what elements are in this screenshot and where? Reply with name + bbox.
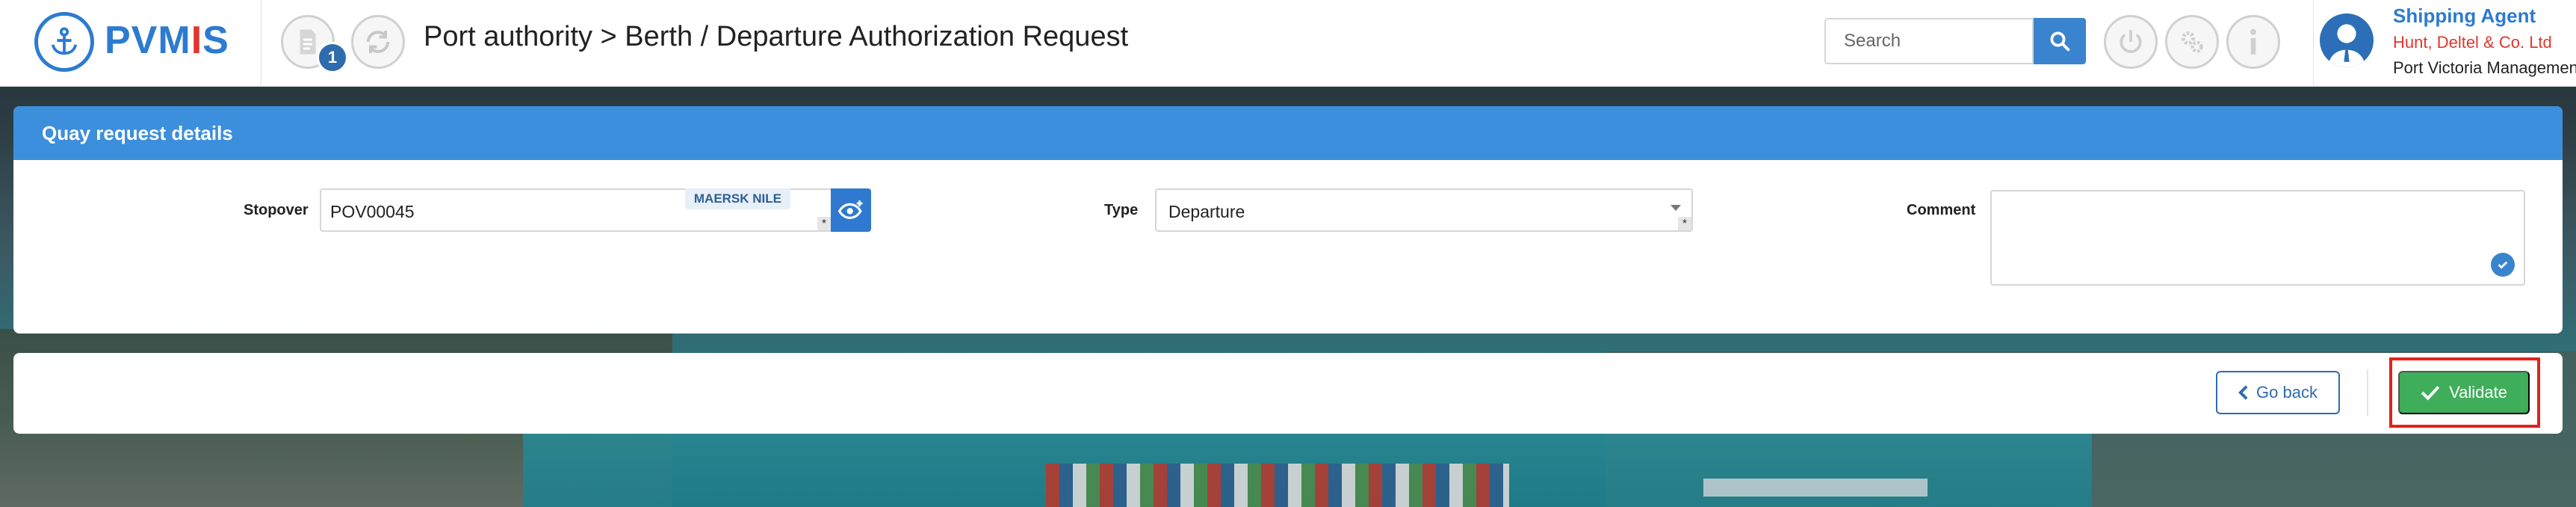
page-title: Port authority > Berth / Departure Autho… xyxy=(424,21,1129,52)
check-icon xyxy=(2421,386,2440,401)
required-marker: * xyxy=(1678,217,1691,230)
view-stopover-button[interactable] xyxy=(831,188,871,232)
quay-request-panel: Quay request details Stopover POV00045 M… xyxy=(13,106,2563,334)
go-back-button[interactable]: Go back xyxy=(2216,371,2340,414)
stopover-label: Stopover xyxy=(244,202,309,218)
action-bar: Go back Validate xyxy=(13,353,2563,434)
check-icon[interactable] xyxy=(2491,253,2515,277)
power-icon[interactable] xyxy=(2104,15,2158,69)
info-icon[interactable] xyxy=(2226,15,2280,69)
vessel-tag: MAERSK NILE xyxy=(684,188,790,209)
comment-textarea[interactable] xyxy=(1990,190,2525,286)
search-icon xyxy=(2050,31,2070,52)
user-profile[interactable]: Shipping Agent Hunt, Deltel & Co. Ltd Po… xyxy=(2313,0,2576,87)
background-tug-ship xyxy=(1703,479,1928,497)
logo[interactable]: PVMIS xyxy=(0,0,261,87)
chevron-down-icon xyxy=(1671,205,1681,211)
divider xyxy=(2367,369,2368,416)
search-input[interactable] xyxy=(1824,18,2034,64)
go-back-label: Go back xyxy=(2256,383,2318,402)
user-organization: Port Victoria Management xyxy=(2393,58,2576,77)
stopover-value: POV00045 xyxy=(330,202,415,221)
validate-label: Validate xyxy=(2449,383,2507,402)
type-value: Departure xyxy=(1168,202,1245,221)
required-marker: * xyxy=(817,217,831,230)
search-button[interactable] xyxy=(2034,18,2086,64)
type-select[interactable]: Departure * xyxy=(1155,188,1693,232)
logo-text: PVMIS xyxy=(105,19,229,62)
user-company: Hunt, Deltel & Co. Ltd xyxy=(2393,33,2552,52)
anchor-logo-icon xyxy=(34,12,94,72)
notification-count-badge[interactable]: 1 xyxy=(317,42,348,73)
eye-plus-icon xyxy=(837,200,863,219)
top-header: PVMIS 1 Port authority > Berth / Departu… xyxy=(0,0,2576,87)
validate-button[interactable]: Validate xyxy=(2398,371,2530,414)
comment-label: Comment xyxy=(1907,202,1976,218)
stopover-field[interactable]: POV00045 MAERSK NILE * xyxy=(320,188,832,232)
background-container-ship xyxy=(1046,464,1509,507)
settings-gears-icon[interactable] xyxy=(2165,15,2219,69)
user-role: Shipping Agent xyxy=(2393,4,2536,27)
panel-title: Quay request details xyxy=(13,106,2563,160)
type-label: Type xyxy=(1104,202,1139,218)
chevron-left-icon xyxy=(2238,385,2248,400)
refresh-icon[interactable] xyxy=(351,15,405,69)
avatar xyxy=(2320,13,2374,67)
